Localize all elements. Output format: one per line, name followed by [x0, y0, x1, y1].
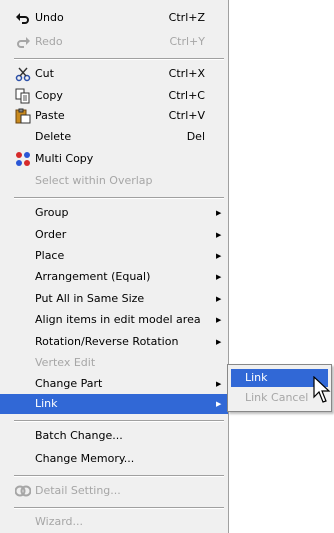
shortcut-copy: Ctrl+C [168, 89, 205, 102]
menu-item-redo[interactable]: Redo Ctrl+Y [0, 32, 228, 52]
submenu-arrow-icon: ▶ [216, 231, 222, 239]
submenu-arrow-icon: ▶ [216, 400, 222, 408]
menu-label-cut: Cut [35, 67, 54, 80]
menu-separator [14, 507, 224, 509]
undo-icon [16, 13, 29, 24]
menu-item-order[interactable]: Order ▶ [0, 225, 228, 245]
copy-icon [15, 88, 30, 104]
menu-item-vertex-edit[interactable]: Vertex Edit [0, 353, 228, 373]
shortcut-undo: Ctrl+Z [168, 11, 205, 24]
submenu-arrow-icon: ▶ [216, 209, 222, 217]
menu-label-same-size: Put All in Same Size [35, 292, 145, 305]
menu-item-cut[interactable]: Cut Ctrl+X [0, 64, 228, 84]
submenu-label-link: Link [245, 371, 268, 384]
menu-label-paste: Paste [35, 109, 65, 122]
menu-item-wizard[interactable]: Wizard... [0, 512, 228, 532]
menu-label-order: Order [35, 228, 67, 241]
menu-item-group[interactable]: Group ▶ [0, 203, 228, 223]
menu-item-delete[interactable]: Delete Del [0, 127, 228, 147]
submenu-arrow-icon: ▶ [216, 252, 222, 260]
menu-item-change-part[interactable]: Change Part ▶ [0, 374, 228, 394]
context-menu: Undo Ctrl+Z Redo Ctrl+Y Cut Ctrl+X Copy … [0, 0, 229, 533]
multi-copy-icon [16, 152, 30, 166]
menu-label-delete: Delete [35, 130, 72, 143]
redo-icon [17, 37, 30, 48]
menu-label-change-memory: Change Memory... [35, 452, 135, 465]
menu-separator [14, 420, 224, 422]
menu-item-select-within-overlap[interactable]: Select within Overlap [0, 171, 228, 191]
menu-item-paste[interactable]: Paste Ctrl+V [0, 106, 228, 126]
menu-label-copy: Copy [35, 89, 63, 102]
menu-item-arrangement[interactable]: Arrangement (Equal) ▶ [0, 267, 228, 287]
submenu-label-link-cancel: Link Cancel [245, 391, 309, 404]
shortcut-redo: Ctrl+Y [169, 35, 205, 48]
menu-item-link[interactable]: Link ▶ [0, 394, 228, 414]
menu-item-detail-setting[interactable]: Detail Setting... [0, 481, 228, 501]
menu-item-align-items[interactable]: Align items in edit model area ▶ [0, 310, 228, 330]
menu-item-batch-change[interactable]: Batch Change... [0, 426, 228, 446]
menu-item-rotation[interactable]: Rotation/Reverse Rotation ▶ [0, 332, 228, 352]
menu-label-undo: Undo [35, 11, 64, 24]
shortcut-delete: Del [186, 130, 205, 143]
menu-item-same-size[interactable]: Put All in Same Size ▶ [0, 289, 228, 309]
menu-item-place[interactable]: Place ▶ [0, 246, 228, 266]
scissors-icon [15, 67, 31, 82]
menu-label-link: Link [35, 397, 58, 410]
submenu-arrow-icon: ▶ [216, 380, 222, 388]
menu-label-redo: Redo [35, 35, 63, 48]
menu-label-change-part: Change Part [35, 377, 103, 390]
menu-label-select-within-overlap: Select within Overlap [35, 174, 153, 187]
submenu-arrow-icon: ▶ [216, 295, 222, 303]
paste-icon [15, 108, 31, 124]
menu-label-arrangement: Arrangement (Equal) [35, 270, 151, 283]
detail-setting-icon [15, 485, 31, 497]
menu-label-detail-setting: Detail Setting... [35, 484, 121, 497]
menu-item-undo[interactable]: Undo Ctrl+Z [0, 8, 228, 28]
menu-label-rotation: Rotation/Reverse Rotation [35, 335, 179, 348]
menu-label-group: Group [35, 206, 69, 219]
menu-separator [14, 475, 224, 477]
menu-label-vertex-edit: Vertex Edit [35, 356, 96, 369]
menu-label-place: Place [35, 249, 65, 262]
menu-item-multi-copy[interactable]: Multi Copy [0, 149, 228, 169]
shortcut-paste: Ctrl+V [168, 109, 205, 122]
menu-item-copy[interactable]: Copy Ctrl+C [0, 86, 228, 106]
shortcut-cut: Ctrl+X [168, 67, 205, 80]
menu-separator [14, 58, 224, 60]
menu-label-multi-copy: Multi Copy [35, 152, 94, 165]
submenu-arrow-icon: ▶ [216, 273, 222, 281]
menu-label-align-items: Align items in edit model area [35, 313, 201, 326]
menu-label-batch-change: Batch Change... [35, 429, 123, 442]
mouse-cursor-icon [313, 376, 331, 403]
submenu-arrow-icon: ▶ [216, 316, 222, 324]
submenu-arrow-icon: ▶ [216, 338, 222, 346]
menu-separator [14, 197, 224, 199]
menu-item-change-memory[interactable]: Change Memory... [0, 449, 228, 469]
menu-label-wizard: Wizard... [35, 515, 84, 528]
